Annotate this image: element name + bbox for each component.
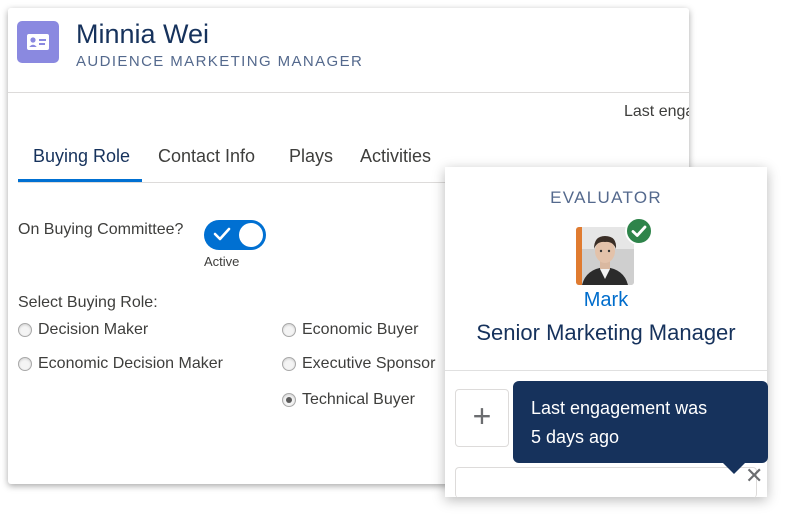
check-icon <box>213 227 231 241</box>
radio-button-selected <box>282 393 296 407</box>
tab-activities[interactable]: Activities <box>360 138 431 180</box>
radio-button <box>282 357 296 371</box>
buying-committee-label: On Buying Committee? <box>18 221 184 238</box>
radio-label: Decision Maker <box>38 321 149 338</box>
radio-button <box>18 323 32 337</box>
contact-title: AUDIENCE MARKETING MANAGER <box>76 53 364 70</box>
radio-label: Executive Sponsor <box>302 355 436 372</box>
plus-icon: + <box>472 398 492 434</box>
tab-buying-role[interactable]: Buying Role <box>33 138 130 180</box>
engagement-tooltip: Last engagement was 5 days ago <box>513 381 768 463</box>
tab-plays[interactable]: Plays <box>289 138 333 180</box>
contact-header: Minnia Wei AUDIENCE MARKETING MANAGER <box>8 8 689 93</box>
evaluator-role-heading: EVALUATOR <box>550 188 662 207</box>
radio-label: Technical Buyer <box>302 391 415 408</box>
divider <box>445 370 767 371</box>
last-engagement-label: Last enga <box>624 103 689 120</box>
toggle-status-label: Active <box>204 254 240 269</box>
tooltip-line-1: Last engagement was <box>531 398 708 418</box>
toggle-knob <box>239 223 263 247</box>
evaluator-name-link[interactable]: Mark <box>445 289 767 312</box>
radio-button <box>18 357 32 371</box>
buying-role-label: Select Buying Role: <box>18 294 158 311</box>
tooltip-caret <box>722 462 746 474</box>
close-icon[interactable]: ✕ <box>745 463 763 489</box>
contact-card-icon <box>17 21 59 63</box>
tooltip-line-2: 5 days ago <box>531 427 620 447</box>
tab-contact-info[interactable]: Contact Info <box>158 138 255 180</box>
evaluator-title: Senior Marketing Manager <box>476 320 736 345</box>
active-tab-indicator <box>18 179 142 182</box>
buying-committee-toggle[interactable] <box>204 220 266 250</box>
radio-label: Economic Decision Maker <box>38 355 223 372</box>
contact-name: Minnia Wei <box>76 19 210 49</box>
radio-button <box>282 323 296 337</box>
avatar-accent <box>576 227 582 285</box>
radio-label: Economic Buyer <box>302 321 419 338</box>
add-button[interactable]: + <box>455 389 509 447</box>
list-item <box>455 467 757 498</box>
verified-check-icon <box>625 217 653 245</box>
